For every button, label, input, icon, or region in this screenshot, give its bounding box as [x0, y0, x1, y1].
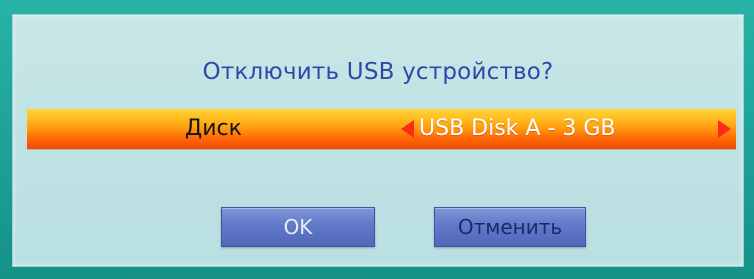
- disk-selector-row[interactable]: Диск USB Disk A - 3 GB: [27, 109, 736, 149]
- ok-button[interactable]: OK: [221, 207, 375, 247]
- dialog-title: Отключить USB устройство?: [202, 59, 554, 85]
- screen-frame: Отключить USB устройство? Диск USB Disk …: [0, 0, 754, 279]
- disk-value: USB Disk A - 3 GB: [419, 116, 616, 141]
- cancel-button[interactable]: Отменить: [434, 207, 586, 247]
- disk-value-selector[interactable]: USB Disk A - 3 GB: [399, 109, 731, 149]
- chevron-right-icon[interactable]: [718, 120, 731, 138]
- usb-disconnect-dialog: Отключить USB устройство? Диск USB Disk …: [12, 14, 744, 267]
- chevron-left-icon[interactable]: [401, 120, 414, 138]
- disk-label: Диск: [185, 116, 242, 141]
